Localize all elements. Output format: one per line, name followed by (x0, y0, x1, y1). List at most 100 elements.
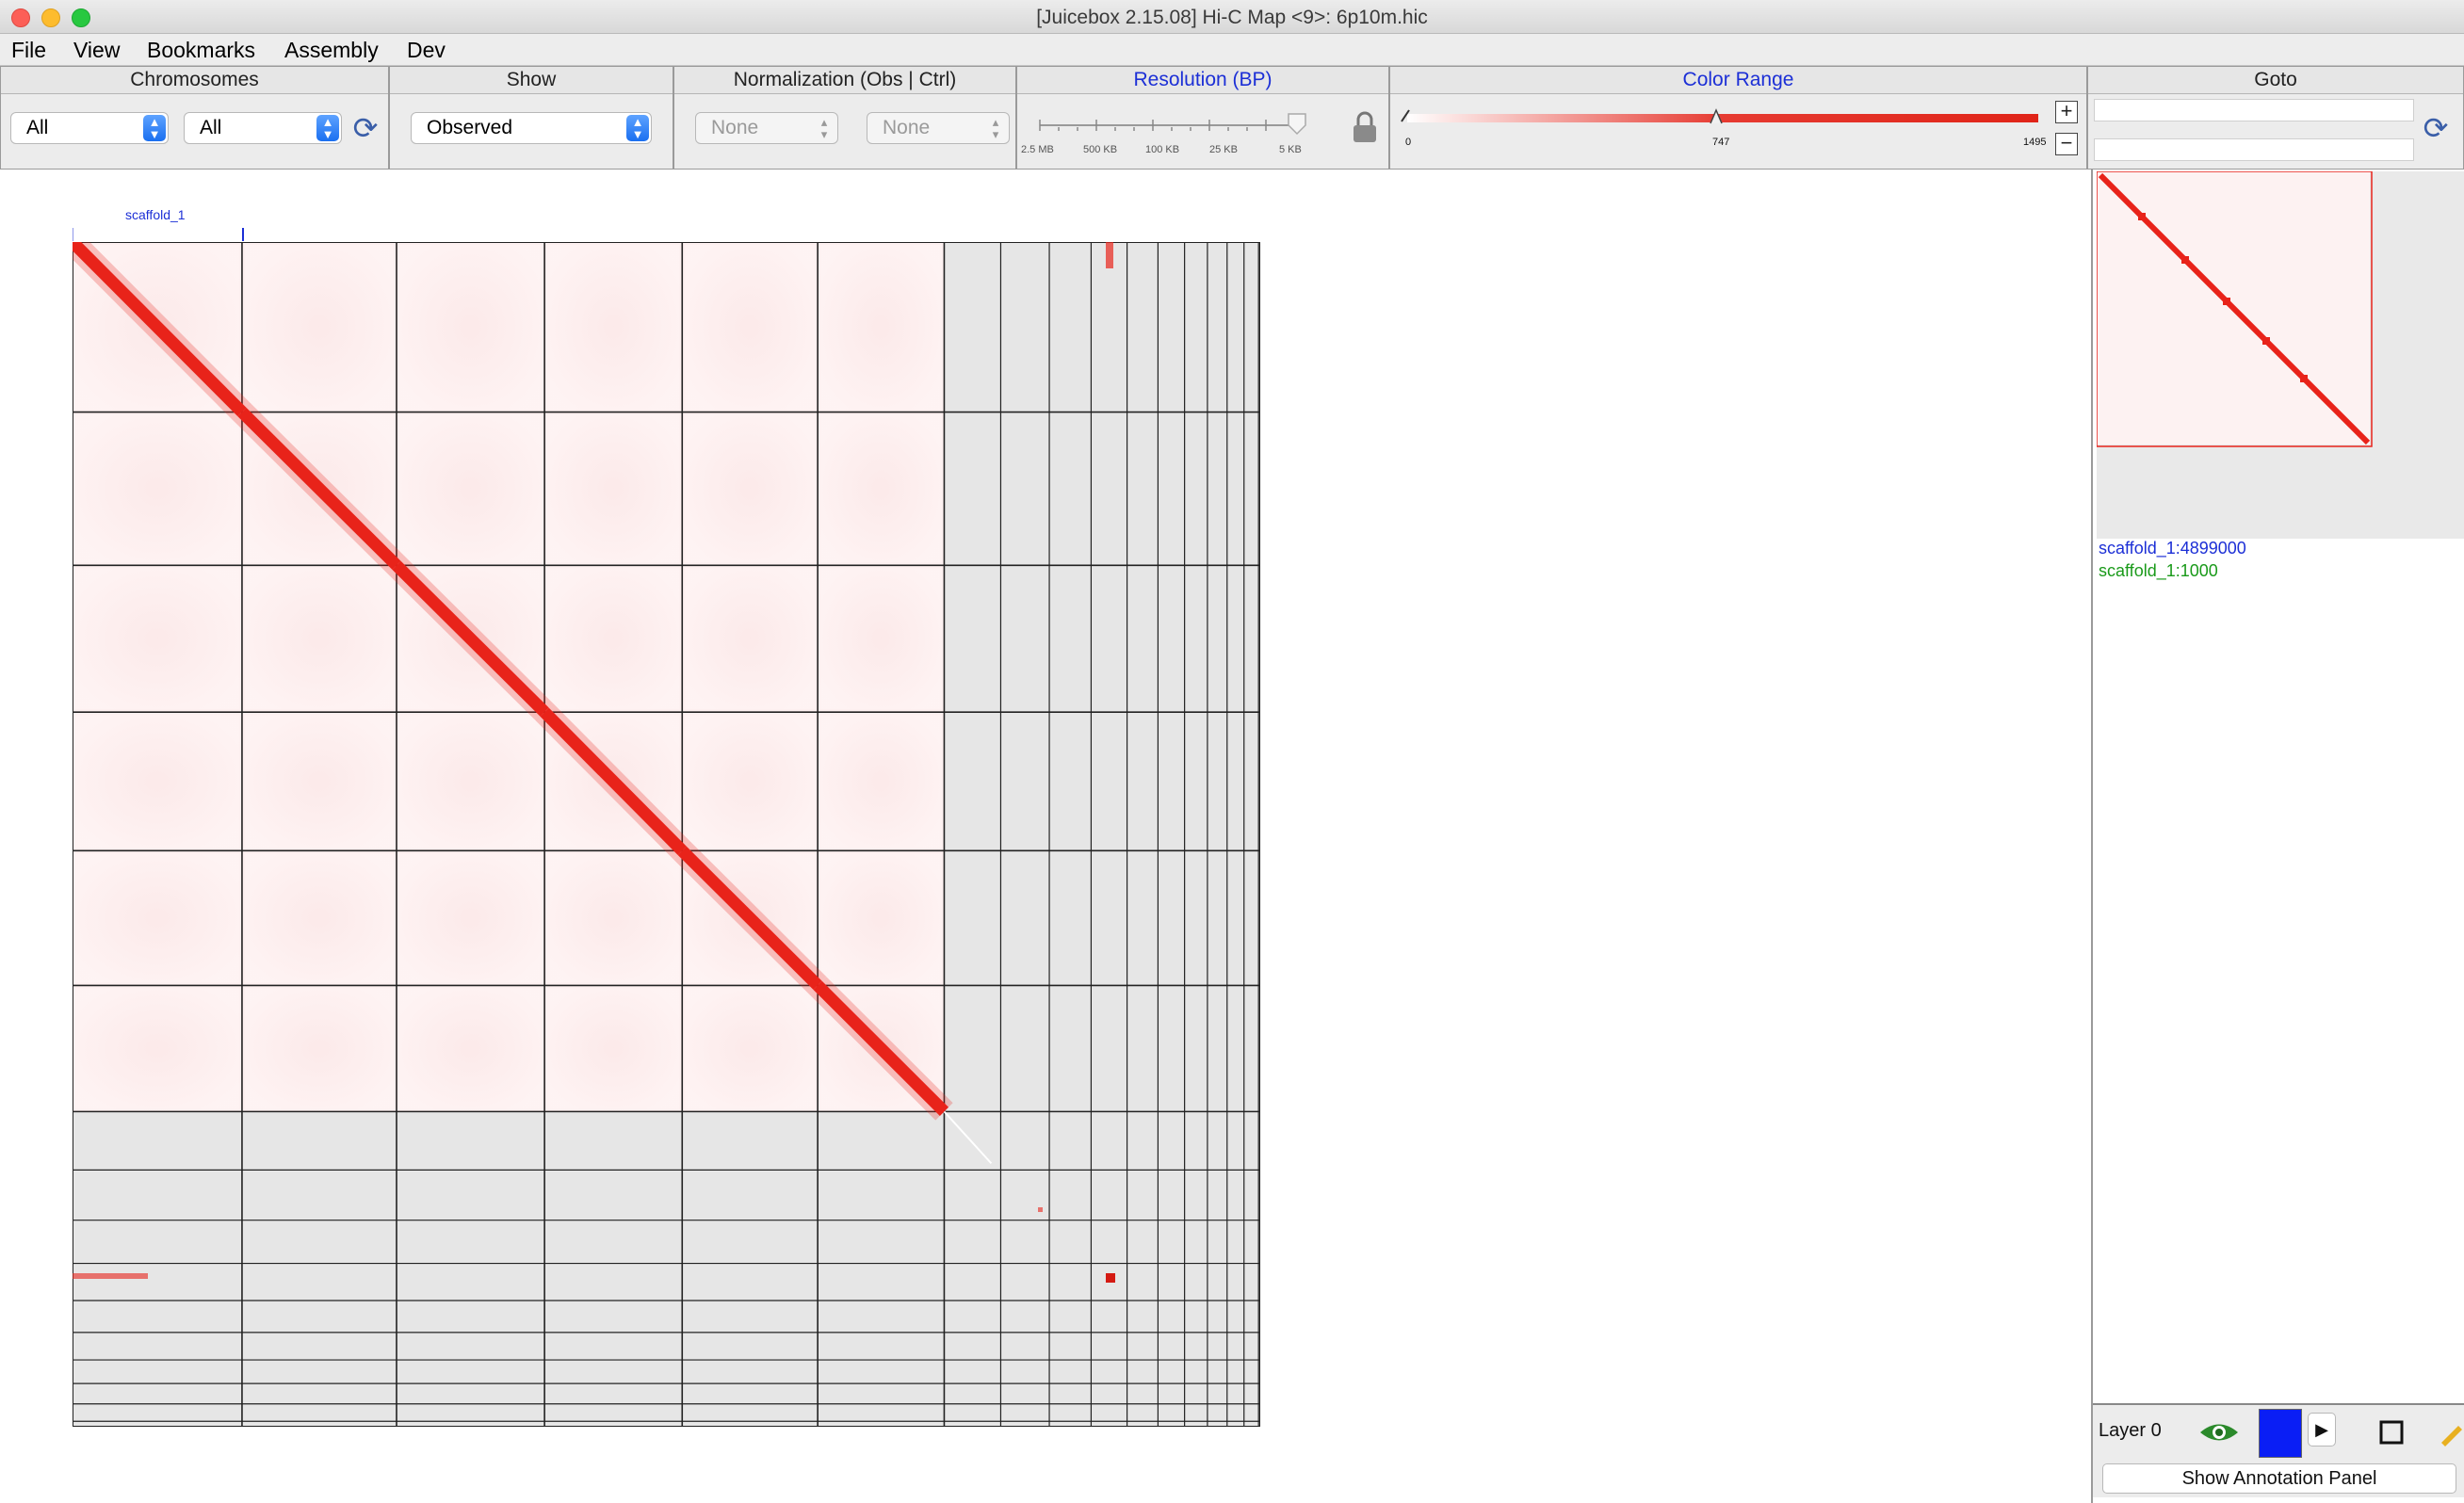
show-annotation-panel-button[interactable]: Show Annotation Panel (2102, 1463, 2456, 1494)
contact-block (685, 988, 816, 1109)
layer-color-swatch[interactable] (2259, 1409, 2302, 1458)
ruler-scaffold-label: scaffold_1 (125, 207, 186, 222)
contact-block (547, 853, 680, 983)
contact-block (820, 568, 942, 710)
goto-refresh-icon[interactable]: ⟳ (2420, 112, 2452, 144)
normalization-panel: Normalization (Obs | Ctrl) None ▴ ▾ None … (673, 66, 1016, 170)
contact-block (399, 715, 543, 848)
observed-normalization-value: None (711, 117, 759, 138)
select-arrows-icon: ▲ ▼ (626, 115, 649, 141)
normalization-header: Normalization (Obs | Ctrl) (674, 67, 1015, 94)
control-normalization-value: None (883, 117, 931, 138)
goto-y-input[interactable] (2094, 138, 2414, 161)
menu-bar: File View Bookmarks Assembly Dev (0, 34, 2464, 66)
chromosome-1-value: All (26, 117, 49, 138)
control-normalization-select[interactable]: None ▴ ▾ (867, 112, 1010, 144)
thumbnail-overview[interactable] (2097, 171, 2464, 539)
refresh-chromosomes-icon[interactable]: ⟳ (349, 112, 381, 144)
chromosomes-panel: Chromosomes All ▲ ▼ All ▲ ▼ ⟳ (0, 66, 389, 170)
color-range-min-label: 0 (1405, 137, 1412, 148)
cursor-position-y: scaffold_1:1000 (2099, 561, 2218, 580)
contact-block (547, 245, 680, 410)
contact-block (547, 988, 680, 1109)
top-ruler (73, 228, 244, 241)
contact-block (75, 715, 239, 848)
pencil-icon[interactable] (2438, 1418, 2464, 1446)
show-header: Show (390, 67, 673, 94)
goto-panel: Goto ⟳ (2087, 66, 2464, 170)
contact-spot (73, 1273, 148, 1279)
window-title: [Juicebox 2.15.08] Hi-C Map <9>: 6p10m.h… (1036, 7, 1428, 28)
contact-block (685, 414, 816, 563)
color-range-plus-button[interactable]: + (2055, 101, 2078, 123)
chromosome-2-select[interactable]: All ▲ ▼ (184, 112, 342, 144)
color-range-slider[interactable] (1400, 103, 2040, 140)
right-sidebar: scaffold_1:4899000 scaffold_1:1000 Layer… (2091, 170, 2464, 1503)
thumbnail-block-corner (2223, 298, 2230, 305)
menu-bookmarks[interactable]: Bookmarks (147, 38, 255, 63)
display-option-select[interactable]: Observed ▲ ▼ (411, 112, 652, 144)
contact-block (820, 414, 942, 563)
chromosome-1-select[interactable]: All ▲ ▼ (10, 112, 169, 144)
chromosomes-header: Chromosomes (1, 67, 388, 94)
thumbnail-block-corner (2181, 256, 2189, 264)
thumbnail-block-corner (2300, 375, 2308, 382)
color-range-minus-button[interactable]: − (2055, 133, 2078, 155)
contact-block (75, 568, 239, 710)
menu-view[interactable]: View (73, 38, 120, 63)
goto-x-input[interactable] (2094, 99, 2414, 121)
layer-label: Layer 0 (2099, 1420, 2162, 1441)
contact-block (75, 988, 239, 1109)
play-icon[interactable]: ▶ (2308, 1413, 2336, 1446)
contact-block (244, 568, 395, 710)
contact-spot (1038, 1207, 1043, 1212)
resolution-tick-label: 500 KB (1083, 144, 1118, 155)
contact-block (399, 853, 543, 983)
resolution-tick-label: 5 KB (1279, 144, 1302, 155)
contact-block (75, 414, 239, 563)
contact-block (685, 245, 816, 410)
square-tool-icon[interactable] (2377, 1418, 2406, 1446)
contact-spot (1106, 242, 1113, 268)
resolution-tick-label: 100 KB (1145, 144, 1180, 155)
resolution-lock-icon[interactable] (1351, 110, 1379, 148)
resolution-tick-label: 25 KB (1209, 144, 1238, 155)
contact-block (685, 568, 816, 710)
color-range-max-label: 1495 (2023, 137, 2047, 148)
resolution-slider[interactable] (1030, 106, 1332, 144)
goto-header: Goto (2088, 67, 2463, 94)
color-range-panel: Color Range 0 747 1495 + − (1389, 66, 2087, 170)
observed-normalization-select[interactable]: None ▴ ▾ (695, 112, 838, 144)
chromosome-2-value: All (200, 117, 222, 138)
menu-file[interactable]: File (11, 38, 46, 63)
display-option-value: Observed (427, 117, 513, 138)
contact-block (399, 245, 543, 410)
resolution-header: Resolution (BP) (1017, 67, 1388, 94)
contact-block (244, 245, 395, 410)
annotation-layer-bar: Layer 0 ▶ Show Annotation Panel (2093, 1403, 2464, 1497)
contact-spot (1106, 1273, 1115, 1283)
select-arrows-icon: ▲ ▼ (316, 115, 339, 141)
eye-icon[interactable] (2198, 1418, 2240, 1446)
contact-block (820, 245, 942, 410)
contact-block (75, 853, 239, 983)
thumbnail-block-corner (2138, 213, 2146, 220)
select-arrows-icon: ▴ ▾ (992, 115, 999, 141)
menu-assembly[interactable]: Assembly (284, 38, 379, 63)
contact-block (244, 853, 395, 983)
contact-block (547, 414, 680, 563)
resolution-panel: Resolution (BP) 2.5 MB 500 KB 100 KB 25 … (1016, 66, 1389, 170)
contact-block (820, 853, 942, 983)
contact-block (244, 715, 395, 848)
resolution-tick-label: 2.5 MB (1021, 144, 1054, 155)
select-arrows-icon: ▴ ▾ (820, 115, 828, 141)
contact-block (399, 988, 543, 1109)
resolution-slider-thumb (1288, 113, 1306, 136)
contact-heatmap[interactable] (73, 242, 1260, 1427)
select-arrows-icon: ▲ ▼ (143, 115, 166, 141)
color-range-header: Color Range (1390, 67, 2086, 94)
menu-dev[interactable]: Dev (407, 38, 446, 63)
contact-block (399, 414, 543, 563)
thumbnail-block-corner (2262, 337, 2270, 345)
title-bar: [Juicebox 2.15.08] Hi-C Map <9>: 6p10m.h… (0, 0, 2464, 34)
